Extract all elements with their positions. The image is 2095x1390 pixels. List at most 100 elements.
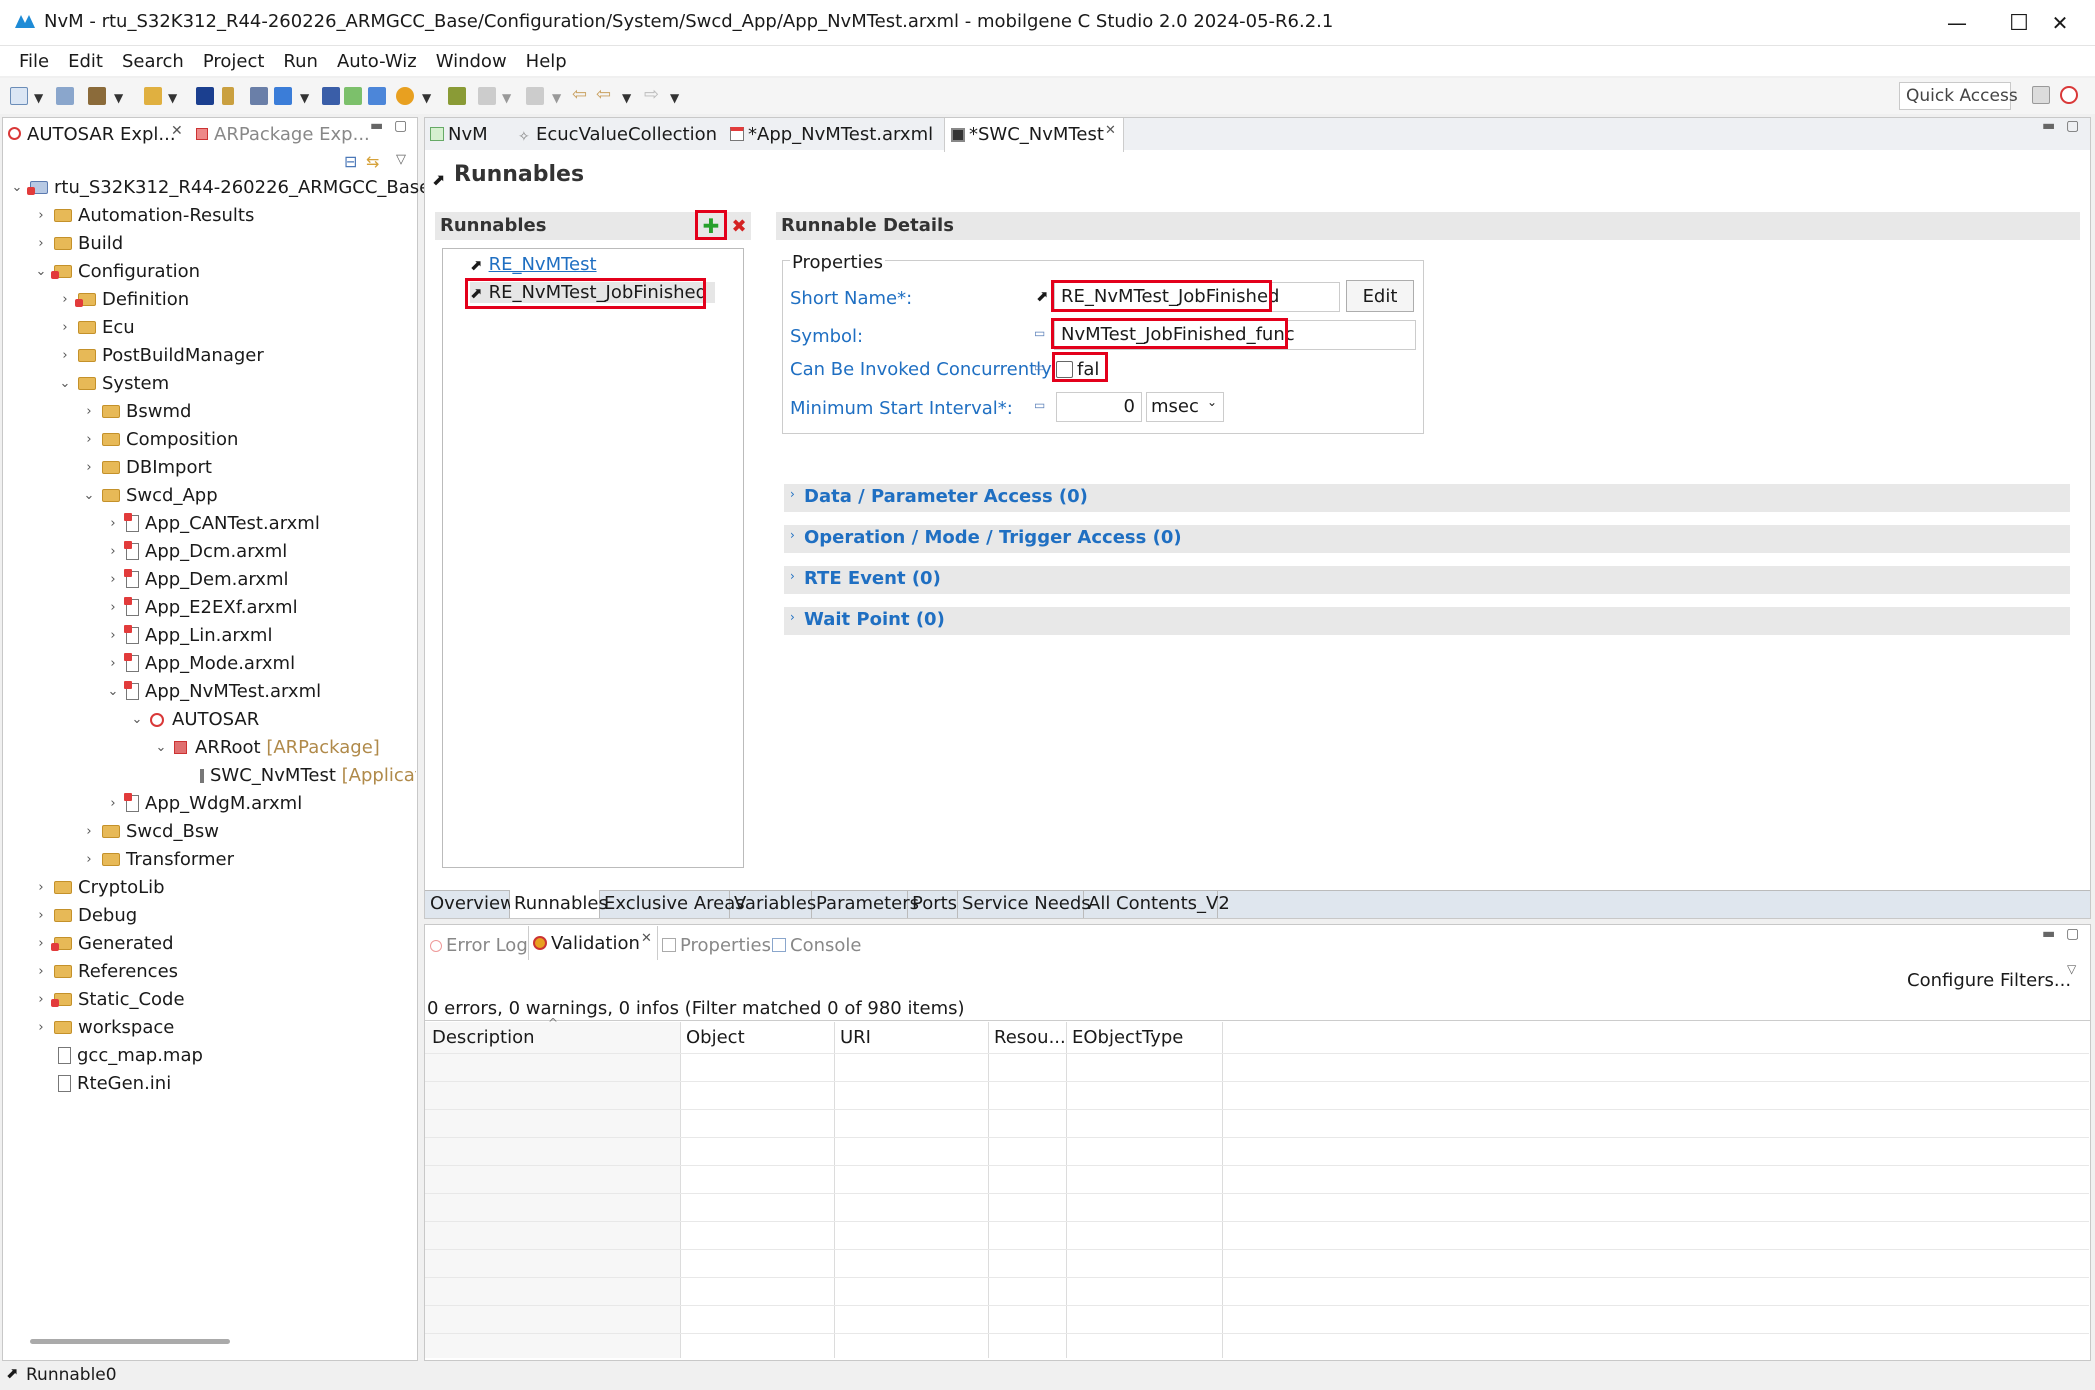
chevron-down-icon[interactable]: ▼: [168, 91, 177, 105]
menu-search[interactable]: Search: [116, 51, 190, 72]
tree-item-workspace[interactable]: › workspace: [34, 1017, 174, 1038]
tab-properties[interactable]: Properties: [662, 935, 771, 956]
tab-parameters[interactable]: Parameters: [812, 890, 919, 918]
layout-icon[interactable]: [344, 87, 362, 105]
close-button[interactable]: ✕: [2030, 0, 2090, 46]
build-icon[interactable]: [88, 87, 106, 105]
tree-item-generated[interactable]: › Generated: [34, 933, 173, 954]
section-rte-event[interactable]: › RTE Event (0): [784, 566, 2070, 594]
maximize-view-icon[interactable]: ▢: [2066, 926, 2079, 942]
view-menu-icon[interactable]: ▽: [2067, 962, 2076, 976]
tab-error-log[interactable]: Error Log: [430, 935, 528, 956]
min-interval-field[interactable]: 0: [1056, 392, 1142, 422]
tree-item-app-dcm[interactable]: › App_Dcm.arxml: [106, 541, 287, 562]
tree-item-app-cantest[interactable]: › App_CANTest.arxml: [106, 513, 320, 534]
collapse-all-icon[interactable]: ⊟: [344, 152, 357, 171]
alert-icon[interactable]: [396, 87, 414, 105]
view-menu-icon[interactable]: ▽: [396, 152, 406, 167]
chevron-down-icon[interactable]: ▼: [114, 91, 123, 105]
list-item-re-nvmtest[interactable]: ⬈ RE_NvMTest: [470, 254, 597, 275]
chart-icon[interactable]: [250, 87, 268, 105]
menu-auto-wiz[interactable]: Auto-Wiz: [331, 51, 423, 72]
section-wait-point[interactable]: › Wait Point (0): [784, 607, 2070, 635]
tab-exclusive-areas[interactable]: Exclusive Areas: [600, 890, 745, 918]
sort-ascending-icon[interactable]: ^: [548, 1016, 558, 1030]
column-header-eobjecttype[interactable]: EObjectType: [1072, 1027, 1183, 1048]
tree-item-app-nvmtest[interactable]: ⌄ App_NvMTest.arxml: [106, 681, 321, 702]
chevron-down-icon[interactable]: ▼: [34, 91, 43, 105]
tree-item-automation-results[interactable]: › Automation-Results: [34, 205, 254, 226]
tree-item-bswmd[interactable]: › Bswmd: [82, 401, 191, 422]
horizontal-scrollbar[interactable]: [30, 1339, 230, 1344]
maximize-view-icon[interactable]: ▢: [2066, 118, 2079, 134]
tree-item-build[interactable]: › Build: [34, 233, 123, 254]
close-icon[interactable]: ✕: [171, 123, 183, 139]
tree-item-arroot[interactable]: ⌄ ARRoot [ARPackage]: [154, 737, 380, 758]
minimize-view-icon[interactable]: ▬: [2042, 118, 2055, 134]
menu-window[interactable]: Window: [430, 51, 513, 72]
tab-runnables[interactable]: Runnables: [510, 890, 608, 918]
tree-item-app-dem[interactable]: › App_Dem.arxml: [106, 569, 289, 590]
new-icon[interactable]: [10, 87, 28, 105]
edit-button[interactable]: Edit: [1346, 280, 1414, 312]
tab-service-needs[interactable]: Service Needs: [958, 890, 1091, 918]
tree-item-rtegen-ini[interactable]: RteGen.ini: [58, 1073, 171, 1094]
quick-access-input[interactable]: Quick Access: [1899, 82, 2018, 110]
tab-ecucvaluecollection[interactable]: ✧ EcucValueCollection: [518, 124, 717, 145]
wand-icon[interactable]: [144, 87, 162, 105]
tab-all-contents-v2[interactable]: All Contents_V2: [1084, 890, 1230, 918]
tree-item-app-e2exf[interactable]: › App_E2EXf.arxml: [106, 597, 298, 618]
link-editor-icon[interactable]: ⇆: [366, 152, 379, 171]
column-header-description[interactable]: Description: [432, 1027, 535, 1048]
tab-nvm[interactable]: NvM: [430, 124, 488, 145]
tree-item-static-code[interactable]: › Static_Code: [34, 989, 184, 1010]
perspective-icon[interactable]: [2032, 86, 2050, 104]
tree-item-composition[interactable]: › Composition: [82, 429, 238, 450]
configure-filters-link[interactable]: Configure Filters...: [1907, 970, 2071, 991]
tab-variables[interactable]: Variables: [730, 890, 816, 918]
back-icon[interactable]: ⇦: [596, 84, 611, 105]
close-icon[interactable]: ✕: [641, 931, 652, 946]
tab-autosar-explorer[interactable]: AUTOSAR Expl... ✕: [3, 118, 193, 150]
menu-project[interactable]: Project: [197, 51, 271, 72]
tree-item-app-wdgm[interactable]: › App_WdgM.arxml: [106, 793, 302, 814]
tree-root[interactable]: ⌄ rtu_S32K312_R44-260226_ARMGCC_Base: [10, 177, 431, 198]
tree-item-transformer[interactable]: › Transformer: [82, 849, 234, 870]
grid-icon[interactable]: [322, 87, 340, 105]
column-header-object[interactable]: Object: [686, 1027, 745, 1048]
menu-run[interactable]: Run: [277, 51, 324, 72]
chevron-down-icon[interactable]: ▼: [300, 91, 309, 105]
tool-icon[interactable]: [274, 87, 292, 105]
menu-file[interactable]: File: [13, 51, 55, 72]
section-data-parameter-access[interactable]: › Data / Parameter Access (0): [784, 484, 2070, 512]
tree-item-swcd-bsw[interactable]: › Swcd_Bsw: [82, 821, 219, 842]
tree-item-swcd-app[interactable]: ⌄ Swcd_App: [82, 485, 218, 506]
tree-item-swc-nvmtest[interactable]: SWC_NvMTest [Applicat: [200, 765, 416, 786]
minimize-button[interactable]: —: [1926, 0, 1988, 46]
tab-arpackage-explorer[interactable]: ARPackage Exp...: [196, 118, 370, 150]
tree-item-postbuildmanager[interactable]: › PostBuildManager: [58, 345, 263, 366]
tab-ports[interactable]: Ports: [908, 890, 958, 918]
delete-runnable-button[interactable]: ✖: [728, 212, 750, 240]
tab-validation[interactable]: Validation ✕: [528, 926, 658, 960]
column-header-uri[interactable]: URI: [840, 1027, 871, 1048]
terminal-icon[interactable]: [196, 87, 214, 105]
gear-icon[interactable]: [368, 87, 386, 105]
minimize-view-icon[interactable]: ▬: [370, 118, 383, 134]
maximize-view-icon[interactable]: ▢: [394, 118, 407, 134]
back-nav-icon[interactable]: ⇦: [572, 84, 587, 105]
chevron-down-icon[interactable]: ▼: [670, 91, 679, 105]
tree-item-dbimport[interactable]: › DBImport: [82, 457, 212, 478]
autosar-perspective-icon[interactable]: [2060, 86, 2078, 104]
tree-item-app-lin[interactable]: › App_Lin.arxml: [106, 625, 272, 646]
tree-item-app-mode[interactable]: › App_Mode.arxml: [106, 653, 295, 674]
column-header-resource[interactable]: Resou...: [994, 1027, 1066, 1048]
tree-item-cryptolib[interactable]: › CryptoLib: [34, 877, 164, 898]
section-operation-mode-trigger-access[interactable]: › Operation / Mode / Trigger Access (0): [784, 525, 2070, 553]
tree-item-ecu[interactable]: › Ecu: [58, 317, 134, 338]
pin-icon[interactable]: [222, 87, 234, 105]
link-icon[interactable]: [448, 87, 466, 105]
tree-item-system[interactable]: ⌄ System: [58, 373, 170, 394]
tree-item-debug[interactable]: › Debug: [34, 905, 137, 926]
minimize-view-icon[interactable]: ▬: [2042, 926, 2055, 942]
